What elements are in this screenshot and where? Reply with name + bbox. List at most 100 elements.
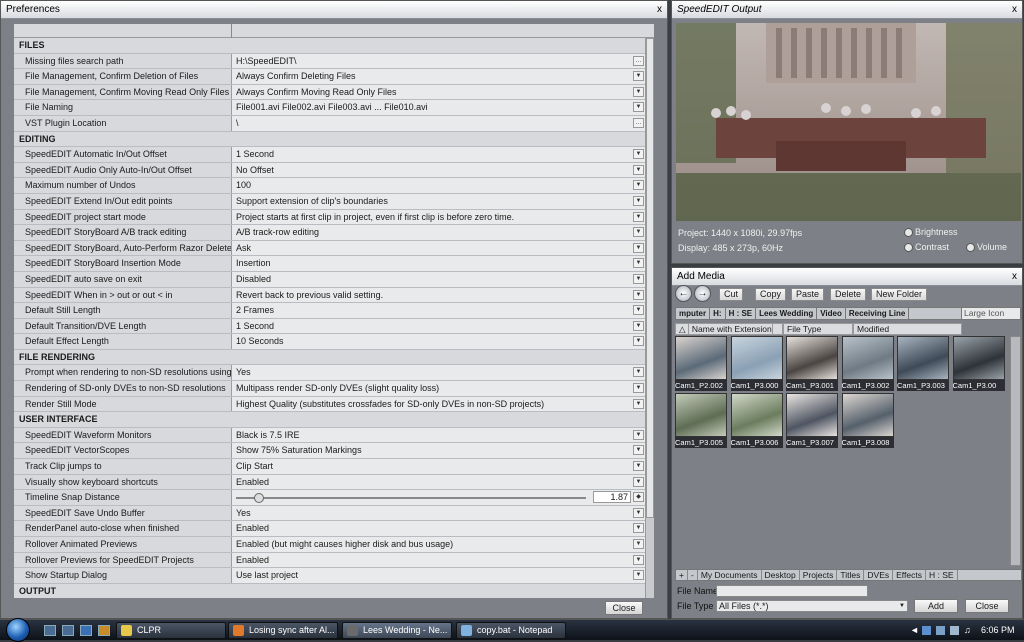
view-mode-select[interactable]: Large Icon <box>961 307 1021 320</box>
slider-value[interactable]: 1.87 <box>593 491 631 504</box>
taskbar-button[interactable]: Lees Wedding - Ne... <box>342 622 452 639</box>
back-arrow-icon[interactable]: ← <box>675 285 692 302</box>
preference-value[interactable]: Disabled ▼ <box>232 271 645 287</box>
media-thumbnail[interactable]: Cam1_P3.000 <box>730 336 783 391</box>
preferences-scrollbar[interactable] <box>645 38 654 598</box>
location-tab[interactable]: Desktop <box>762 570 800 580</box>
preference-row[interactable]: File Naming File001.avi File002.avi File0… <box>14 100 645 116</box>
preference-row[interactable]: Default Still Length 2 Frames ▼ <box>14 303 645 319</box>
location-tab[interactable]: - <box>688 570 698 580</box>
preference-value[interactable]: 10 Seconds ▼ <box>232 334 645 349</box>
breadcrumb-item[interactable]: H : SE <box>726 308 757 319</box>
preference-value[interactable]: 100 ▼ <box>232 178 645 193</box>
preference-row[interactable]: Timeline Snap Distance 1.87 ◆ <box>14 490 645 506</box>
preference-value[interactable]: 1.87 ◆ <box>232 490 645 505</box>
preference-row[interactable]: SpeedEDIT StoryBoard Insertion Mode Inser… <box>14 256 645 272</box>
preference-value[interactable]: Use last project ▼ <box>232 568 645 583</box>
media-scrollbar[interactable] <box>1010 336 1021 566</box>
volume-option[interactable]: Volume <box>966 242 1007 253</box>
chevron-down-icon[interactable]: ▼ <box>633 429 644 440</box>
preference-row[interactable]: VST Plugin Location \… <box>14 115 645 132</box>
location-tab[interactable]: My Documents <box>698 570 762 580</box>
chevron-down-icon[interactable]: ▼ <box>633 320 644 331</box>
taskbar-button[interactable]: CLPR <box>116 622 226 639</box>
preference-row[interactable]: SpeedEDIT Audio Only Auto-In/Out Offset N… <box>14 162 645 179</box>
preference-value[interactable]: Always Confirm Deleting Files ▼ <box>232 69 645 84</box>
chevron-down-icon[interactable]: ▼ <box>633 180 644 191</box>
column-modified[interactable]: Modified <box>853 323 962 335</box>
preference-row[interactable]: SpeedEDIT StoryBoard A/B track editing A/… <box>14 225 645 241</box>
chevron-down-icon[interactable]: ▼ <box>633 71 644 82</box>
slider-knob[interactable] <box>253 493 264 504</box>
preferences-close-x[interactable]: x <box>657 1 662 19</box>
preference-value[interactable]: \… <box>232 115 645 131</box>
location-tab[interactable]: + <box>676 570 688 580</box>
chevron-down-icon[interactable]: ▼ <box>633 539 644 549</box>
preference-row[interactable]: SpeedEDIT Waveform Monitors Black is 7.5 … <box>14 427 645 444</box>
preference-value[interactable]: Enabled ▼ <box>232 521 645 536</box>
paste-button[interactable]: Paste <box>791 288 825 301</box>
preference-value[interactable]: Show 75% Saturation Markings ▼ <box>232 443 645 459</box>
breadcrumb-item[interactable]: Lees Wedding <box>756 308 818 319</box>
media-thumbnail[interactable]: Cam1_P3.00 <box>952 336 1005 391</box>
preference-row[interactable]: File Management, Confirm Moving Read Onl… <box>14 84 645 101</box>
browse-icon[interactable]: … <box>633 55 644 66</box>
preference-row[interactable]: Rollover Animated Previews Enabled (but m… <box>14 537 645 553</box>
breadcrumb-item[interactable]: Receiving Line <box>846 308 910 319</box>
media-thumbnail[interactable]: Cam1_P3.007 <box>786 393 838 448</box>
preference-row[interactable]: SpeedEDIT auto save on exit Disabled ▼ <box>14 271 645 288</box>
preferences-close-button[interactable]: Close <box>605 601 643 615</box>
preference-row[interactable]: Default Transition/DVE Length 1 Second ▼ <box>14 318 645 335</box>
preference-row[interactable]: Maximum number of Undos 100 ▼ <box>14 178 645 194</box>
preference-row[interactable]: Visually show keyboard shortcuts Enabled ▼ <box>14 474 645 491</box>
preference-row[interactable]: RenderPanel auto-close when finished Enab… <box>14 521 645 537</box>
location-tab[interactable]: H : SE <box>926 570 958 580</box>
chevron-down-icon[interactable]: ▼ <box>633 476 644 487</box>
brightness-radio[interactable] <box>904 228 913 238</box>
preference-value[interactable]: Ask ▼ <box>232 240 645 256</box>
preference-value[interactable]: Always Confirm Moving Read Only Files ▼ <box>232 84 645 100</box>
preference-row[interactable]: SpeedEDIT VectorScopes Show 75% Saturatio… <box>14 443 645 460</box>
preference-value[interactable]: Insertion ▼ <box>232 256 645 271</box>
chevron-down-icon[interactable]: ▼ <box>633 461 644 472</box>
preference-value[interactable]: 1 Second ▼ <box>232 147 645 162</box>
location-tab[interactable]: Titles <box>837 570 865 580</box>
media-thumbnail[interactable]: Cam1_P3.001 <box>786 336 838 391</box>
output-close-x[interactable]: x <box>1012 1 1017 19</box>
start-button-icon[interactable] <box>6 618 30 642</box>
chevron-down-icon[interactable]: ▼ <box>633 289 644 300</box>
preference-value[interactable]: 2 Frames ▼ <box>232 303 645 318</box>
browse-icon[interactable]: … <box>633 117 644 128</box>
forward-arrow-icon[interactable]: → <box>694 285 711 302</box>
preference-row[interactable]: Default Effect Length 10 Seconds ▼ <box>14 334 645 350</box>
preference-value[interactable]: 1 Second ▼ <box>232 318 645 334</box>
preference-value[interactable]: Revert back to previous valid setting. ▼ <box>232 287 645 303</box>
chevron-down-icon[interactable]: ▼ <box>633 149 644 160</box>
file-type-select[interactable]: All Files (*.*) ▼ <box>716 600 908 612</box>
tray-arrow-icon[interactable]: ◄ <box>910 620 919 640</box>
preference-value[interactable]: No Offset ▼ <box>232 162 645 178</box>
chevron-down-icon[interactable]: ▼ <box>633 227 644 238</box>
preference-row[interactable]: File Management, Confirm Deletion of Fil… <box>14 69 645 85</box>
brightness-option[interactable]: Brightness <box>904 227 958 238</box>
location-tab[interactable]: Projects <box>800 570 838 580</box>
chevron-down-icon[interactable]: ▼ <box>633 211 644 222</box>
preference-value[interactable]: Clip Start ▼ <box>232 459 645 474</box>
chevron-down-icon[interactable]: ▼ <box>633 570 644 581</box>
chevron-down-icon[interactable]: ▼ <box>633 305 644 316</box>
chevron-down-icon[interactable]: ▼ <box>633 242 644 253</box>
preference-value[interactable]: Highest Quality (substitutes crossfades … <box>232 396 645 412</box>
contrast-radio[interactable] <box>904 243 913 253</box>
delete-button[interactable]: Delete <box>830 288 867 301</box>
preference-value[interactable]: Enabled (but might causes higher disk an… <box>232 537 645 552</box>
chevron-down-icon[interactable]: ▼ <box>633 383 644 394</box>
column-file-type[interactable]: File Type <box>783 323 853 335</box>
chevron-down-icon[interactable]: ▼ <box>633 102 644 113</box>
media-player-icon[interactable] <box>80 625 92 636</box>
column-name[interactable]: △ Name with Extension <box>675 323 783 335</box>
preference-row[interactable]: Prompt when rendering to non-SD resoluti… <box>14 365 645 382</box>
preference-value[interactable]: Yes ▼ <box>232 365 645 381</box>
chevron-down-icon[interactable]: ▼ <box>633 273 644 284</box>
chevron-down-icon[interactable]: ▼ <box>633 336 644 347</box>
volume-icon[interactable]: ♫ <box>964 620 971 640</box>
